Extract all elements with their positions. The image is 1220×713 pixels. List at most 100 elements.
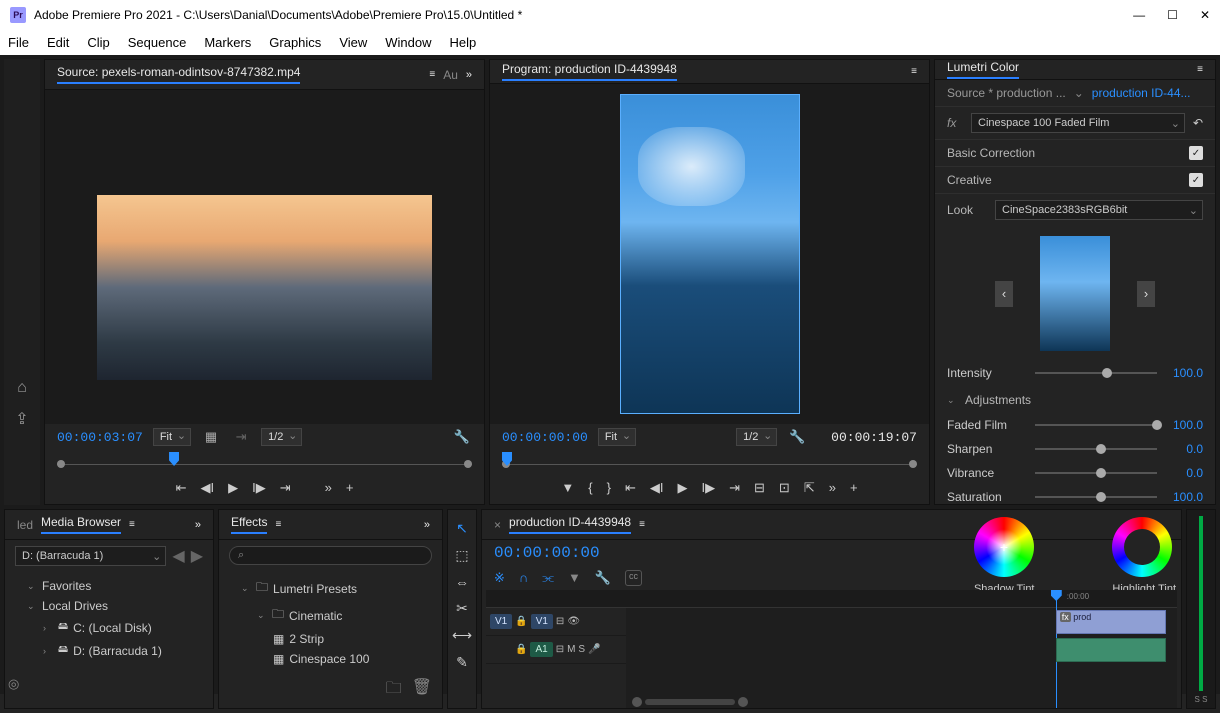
- slip-tool-icon[interactable]: ⟷: [452, 627, 472, 644]
- tree-c-drive[interactable]: ›🖴C: (Local Disk): [15, 616, 203, 639]
- razor-tool-icon[interactable]: ✂: [456, 600, 468, 617]
- source-zoom-select[interactable]: Fit: [153, 428, 191, 446]
- look-select[interactable]: CineSpace2383sRGB6bit: [995, 200, 1203, 220]
- lock-icon[interactable]: 🔒: [515, 644, 527, 655]
- panel-menu-icon[interactable]: ≡: [275, 519, 281, 530]
- reset-icon[interactable]: ↶: [1193, 116, 1203, 130]
- adjustments-toggle-icon[interactable]: ⌄: [947, 395, 957, 406]
- overflow-icon[interactable]: »: [195, 519, 201, 531]
- program-zoom-select[interactable]: Fit: [598, 428, 636, 446]
- wrench-icon[interactable]: 🔧: [595, 570, 611, 586]
- look-prev-arrow[interactable]: ‹: [995, 281, 1013, 307]
- target-icon[interactable]: ⊟: [556, 616, 564, 627]
- eye-icon[interactable]: 👁: [567, 616, 580, 627]
- timeline-ruler[interactable]: :00:00: [626, 590, 1177, 608]
- solo-indicators[interactable]: S S: [1195, 695, 1208, 704]
- sharpen-value[interactable]: 0.0: [1165, 442, 1203, 456]
- fx-icon[interactable]: fx: [947, 116, 963, 130]
- panel-menu-icon[interactable]: ≡: [129, 519, 135, 530]
- add-button-icon[interactable]: +: [346, 480, 354, 496]
- step-fwd-icon[interactable]: I▶: [702, 480, 716, 496]
- step-back-icon[interactable]: ◀I: [650, 480, 664, 496]
- settings-icon[interactable]: ▦: [201, 429, 221, 445]
- tree-favorites[interactable]: ⌄Favorites: [15, 576, 203, 596]
- goto-in-icon[interactable]: ⇤: [625, 480, 636, 496]
- step-back-icon[interactable]: ◀I: [200, 480, 214, 496]
- pen-tool-icon[interactable]: ✎: [456, 654, 468, 671]
- maximize-button[interactable]: ☐: [1167, 8, 1178, 22]
- overflow-icon[interactable]: »: [466, 69, 472, 81]
- drive-select[interactable]: D: (Barracuda 1): [15, 546, 166, 566]
- lumetri-seq-link[interactable]: production ID-44...: [1092, 86, 1191, 100]
- look-next-arrow[interactable]: ›: [1137, 281, 1155, 307]
- track-select-tool-icon[interactable]: ⬚: [455, 547, 468, 564]
- solo-label[interactable]: S: [578, 644, 585, 655]
- track-lanes[interactable]: :00:00 fx prod: [626, 590, 1177, 708]
- shadow-tint-wheel[interactable]: +: [974, 517, 1034, 577]
- program-out-timecode[interactable]: 00:00:19:07: [831, 430, 917, 445]
- source-viewport[interactable]: [45, 90, 484, 424]
- menu-graphics[interactable]: Graphics: [269, 35, 321, 50]
- goto-out-icon[interactable]: ⇥: [729, 480, 740, 496]
- more-transport-icon[interactable]: »: [325, 480, 332, 496]
- vibrance-value[interactable]: 0.0: [1165, 466, 1203, 480]
- menu-help[interactable]: Help: [450, 35, 477, 50]
- section-adjustments[interactable]: Adjustments: [965, 393, 1031, 407]
- wrench-icon[interactable]: 🔧: [452, 429, 472, 445]
- mute-label[interactable]: M: [567, 644, 575, 655]
- panel-menu-icon[interactable]: ≡: [429, 69, 435, 80]
- lumetri-tab[interactable]: Lumetri Color: [947, 60, 1019, 79]
- lift-icon[interactable]: ⊟: [754, 480, 765, 496]
- tree-lumetri-presets[interactable]: ⌄🗀Lumetri Presets: [229, 575, 432, 602]
- program-in-timecode[interactable]: 00:00:00:00: [502, 430, 588, 445]
- mark-out-icon[interactable]: }: [607, 480, 611, 496]
- lock-icon[interactable]: 🔒: [515, 616, 527, 627]
- sharpen-slider[interactable]: [1035, 448, 1157, 450]
- timeline-tab[interactable]: production ID-4439948: [509, 515, 631, 534]
- vibrance-slider[interactable]: [1035, 472, 1157, 474]
- delete-icon[interactable]: 🗑: [412, 677, 432, 704]
- export-frame-icon[interactable]: ⇱: [804, 480, 815, 496]
- mark-in-icon[interactable]: ⇤: [176, 480, 187, 496]
- tree-d-drive[interactable]: ›🖴D: (Barracuda 1): [15, 639, 203, 662]
- forward-icon[interactable]: ▶: [191, 546, 203, 566]
- more-transport-icon[interactable]: »: [829, 480, 836, 496]
- cc-icon[interactable]: cc: [625, 570, 642, 586]
- linked-selection-icon[interactable]: ⫘: [542, 570, 554, 586]
- tree-cinematic[interactable]: ⌄🗀Cinematic: [229, 602, 432, 629]
- intensity-slider[interactable]: [1035, 372, 1157, 374]
- tree-cinespace100[interactable]: ▦Cinespace 100: [229, 649, 432, 669]
- mic-icon[interactable]: 🎤: [588, 644, 600, 655]
- program-res-select[interactable]: 1/2: [736, 428, 777, 446]
- faded-slider[interactable]: [1035, 424, 1157, 426]
- highlight-tint-wheel[interactable]: [1112, 517, 1172, 577]
- marker-icon[interactable]: ▼: [568, 570, 581, 586]
- overflow-icon[interactable]: »: [424, 519, 430, 531]
- insert-icon[interactable]: ⇥: [231, 429, 251, 445]
- section-basic-correction[interactable]: Basic Correction: [947, 146, 1035, 160]
- home-icon[interactable]: ⌂: [17, 379, 27, 397]
- media-browser-tab[interactable]: Media Browser: [41, 515, 121, 534]
- section-creative[interactable]: Creative: [947, 173, 992, 187]
- panel-menu-icon[interactable]: ≡: [639, 519, 645, 530]
- source-scrubber[interactable]: [57, 452, 472, 472]
- program-scrubber[interactable]: [502, 452, 917, 472]
- step-fwd-icon[interactable]: I▶: [252, 480, 266, 496]
- lumetri-preset-select[interactable]: Cinespace 100 Faded Film: [971, 113, 1185, 133]
- mark-in-icon[interactable]: {: [588, 480, 592, 496]
- program-tab[interactable]: Program: production ID-4439948: [502, 62, 677, 81]
- add-marker-icon[interactable]: ▼: [561, 480, 574, 496]
- magnet-icon[interactable]: ∩: [519, 570, 528, 586]
- selection-tool-icon[interactable]: ↖: [456, 520, 468, 537]
- program-viewport[interactable]: [490, 84, 929, 424]
- faded-value[interactable]: 100.0: [1165, 418, 1203, 432]
- close-button[interactable]: ✕: [1200, 8, 1210, 22]
- new-bin-icon[interactable]: 🗀: [386, 677, 402, 704]
- back-icon[interactable]: ◀: [172, 546, 184, 566]
- export-icon[interactable]: ⇪: [15, 409, 28, 429]
- minimize-button[interactable]: —: [1133, 8, 1145, 22]
- source-extra-tab[interactable]: Au: [443, 68, 458, 82]
- effects-search-input[interactable]: ⌕: [229, 546, 432, 565]
- creative-enable-checkbox[interactable]: ✓: [1189, 173, 1203, 187]
- source-tab[interactable]: Source: pexels-roman-odintsov-8747382.mp…: [57, 65, 300, 84]
